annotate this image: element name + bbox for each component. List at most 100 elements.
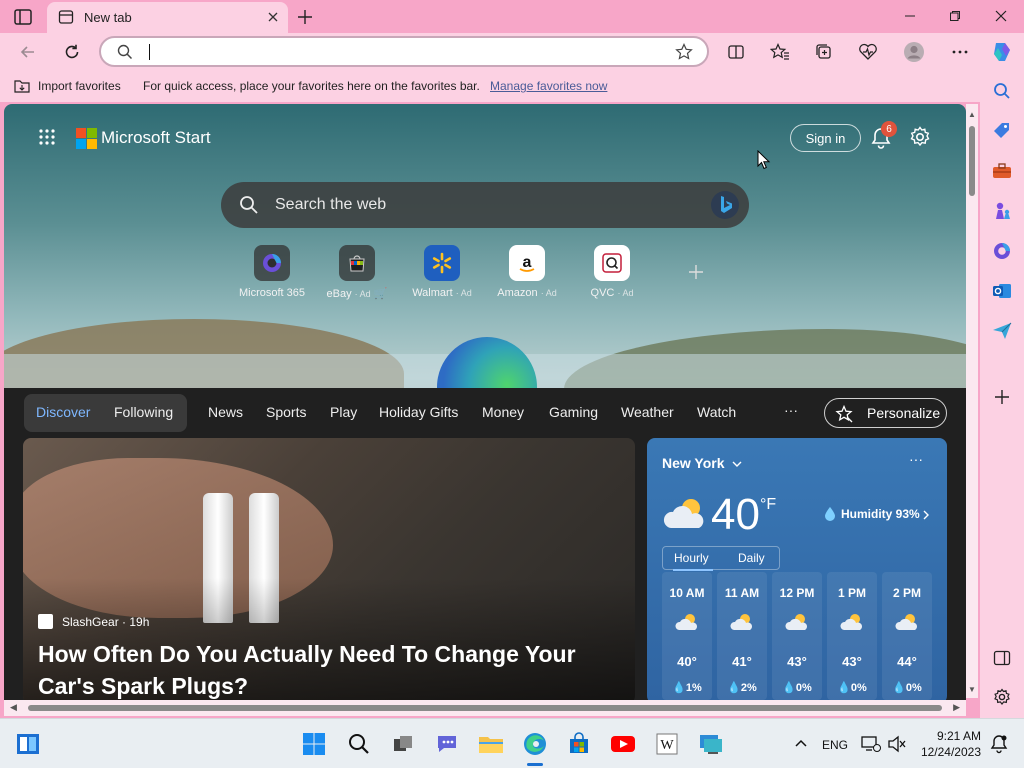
minimize-button[interactable] [895,5,925,27]
tab-discover[interactable]: Discover [36,404,90,420]
bing-chat-icon[interactable] [709,189,741,221]
copilot-icon[interactable] [990,40,1014,64]
hourly-forecast-item[interactable]: 1 PM 43° 💧0% [827,572,877,700]
edge-browser-icon[interactable] [522,731,548,757]
scroll-left-arrow-icon[interactable]: ◀ [10,702,17,713]
task-view-icon[interactable] [390,731,416,757]
tab-new-tab[interactable]: New tab [47,2,288,33]
settings-more-icon[interactable] [948,40,972,64]
hourly-forecast-item[interactable]: 11 AM 41° 💧2% [717,572,767,700]
back-arrow-icon[interactable] [16,40,40,64]
hourly-forecast-item[interactable]: 10 AM 40° 💧1% [662,572,712,700]
scroll-down-arrow-icon[interactable]: ▼ [968,685,976,694]
favorites-icon[interactable] [768,40,792,64]
taskbar-search-icon[interactable] [346,731,372,757]
file-explorer-icon[interactable] [478,731,504,757]
nav-sports[interactable]: Sports [266,404,306,420]
shopping-tag-icon[interactable] [991,120,1013,142]
horizontal-scrollbar[interactable]: ◀ ▶ [4,700,966,716]
hourly-forecast-item[interactable]: 12 PM 43° 💧0% [772,572,822,700]
chevron-right-icon[interactable] [921,508,931,520]
nav-watch[interactable]: Watch [697,404,736,420]
profile-avatar[interactable] [902,40,926,64]
remote-desktop-icon[interactable] [698,731,724,757]
nav-gaming[interactable]: Gaming [549,404,598,420]
favorite-star-icon[interactable] [675,43,693,61]
nav-weather[interactable]: Weather [621,404,674,420]
vertical-scroll-thumb[interactable] [969,126,975,196]
horizontal-scroll-thumb[interactable] [28,705,942,711]
article-source[interactable]: SlashGear · 19h [62,615,149,629]
search-icon [117,44,133,60]
hide-sidebar-icon[interactable] [991,647,1013,669]
microsoft-store-icon[interactable] [566,731,592,757]
vertical-scrollbar[interactable]: ▲ ▼ [966,104,978,698]
manage-favorites-link[interactable]: Manage favorites now [490,79,607,93]
microsoft-365-icon[interactable] [991,240,1013,262]
article-headline[interactable]: How Often Do You Actually Need To Change… [38,638,618,700]
youtube-icon[interactable] [610,731,636,757]
games-chess-icon[interactable] [991,200,1013,222]
nav-money[interactable]: Money [482,404,524,420]
browser-essentials-icon[interactable] [856,40,880,64]
walmart-icon [424,245,460,281]
weather-more-button[interactable]: ··· [909,451,923,467]
sign-in-button[interactable]: Sign in [790,124,861,152]
windows-start-icon[interactable] [301,731,327,757]
gear-icon[interactable] [909,126,931,148]
quick-link-qvc[interactable]: QVC · Ad [567,245,657,305]
weather-city[interactable]: New York [662,455,725,471]
quick-link-label: QVC [590,287,615,299]
close-window-button[interactable] [986,5,1016,27]
temperature-unit[interactable]: °F [760,496,776,514]
notification-center-icon[interactable] [986,731,1012,757]
close-tab-icon[interactable] [266,10,280,24]
collections-icon[interactable] [812,40,836,64]
send-paper-plane-icon[interactable] [991,320,1013,342]
input-language[interactable]: ENG [822,738,848,752]
chevron-down-icon[interactable] [731,457,743,469]
system-clock[interactable]: 9:21 AM 12/24/2023 [918,728,981,760]
hourly-forecast-item[interactable]: 2 PM 44° 💧0% [882,572,932,700]
import-favorites-label[interactable]: Import favorites [38,79,121,93]
import-favorites-icon[interactable] [13,78,31,94]
tools-briefcase-icon[interactable] [991,160,1013,182]
quick-link-walmart[interactable]: Walmart · Ad [397,245,487,305]
nav-holiday-gifts[interactable]: Holiday Gifts [379,404,458,420]
network-display-icon[interactable] [858,731,884,757]
widgets-icon[interactable] [15,731,41,757]
quick-link-microsoft-365[interactable]: Microsoft 365 [227,245,317,305]
refresh-icon[interactable] [60,40,84,64]
add-shortcut-icon[interactable] [687,263,705,281]
chevron-up-icon[interactable] [788,731,814,757]
web-search-box[interactable]: Search the web [221,182,749,228]
outlook-icon[interactable] [991,280,1013,302]
volume-muted-icon[interactable] [884,731,910,757]
nav-play[interactable]: Play [330,404,357,420]
restore-button[interactable] [940,5,970,27]
brand-title[interactable]: Microsoft Start [101,128,211,148]
tab-daily[interactable]: Daily [738,551,765,565]
address-bar[interactable] [99,36,709,67]
quick-link-amazon[interactable]: a Amazon · Ad [482,245,572,305]
more-categories-button[interactable]: ··· [784,402,798,418]
scroll-up-arrow-icon[interactable]: ▲ [968,110,976,119]
tab-hourly[interactable]: Hourly [674,551,709,565]
search-icon[interactable] [991,80,1013,102]
sidebar-settings-gear-icon[interactable] [991,686,1013,708]
split-screen-icon[interactable] [724,40,748,64]
personalize-button[interactable]: Personalize [824,398,947,428]
hero-article-card[interactable]: SlashGear · 19h How Often Do You Actuall… [23,438,635,700]
nav-news[interactable]: News [208,404,243,420]
scroll-right-arrow-icon[interactable]: ▶ [953,702,960,713]
tab-following[interactable]: Following [114,404,173,420]
app-launcher-icon[interactable] [38,128,56,146]
humidity-value[interactable]: Humidity 93% [841,507,920,521]
tab-actions-icon[interactable] [12,7,34,27]
wikipedia-icon[interactable]: W [654,731,680,757]
quick-link-ebay[interactable]: eBay · Ad 🛒 [312,245,402,305]
add-sidebar-app-icon[interactable] [991,386,1013,408]
new-tab-button[interactable] [295,7,315,27]
weather-card[interactable]: New York ··· 40 °F Humidity 93% Hourly D… [647,438,947,700]
teams-chat-icon[interactable] [434,731,460,757]
